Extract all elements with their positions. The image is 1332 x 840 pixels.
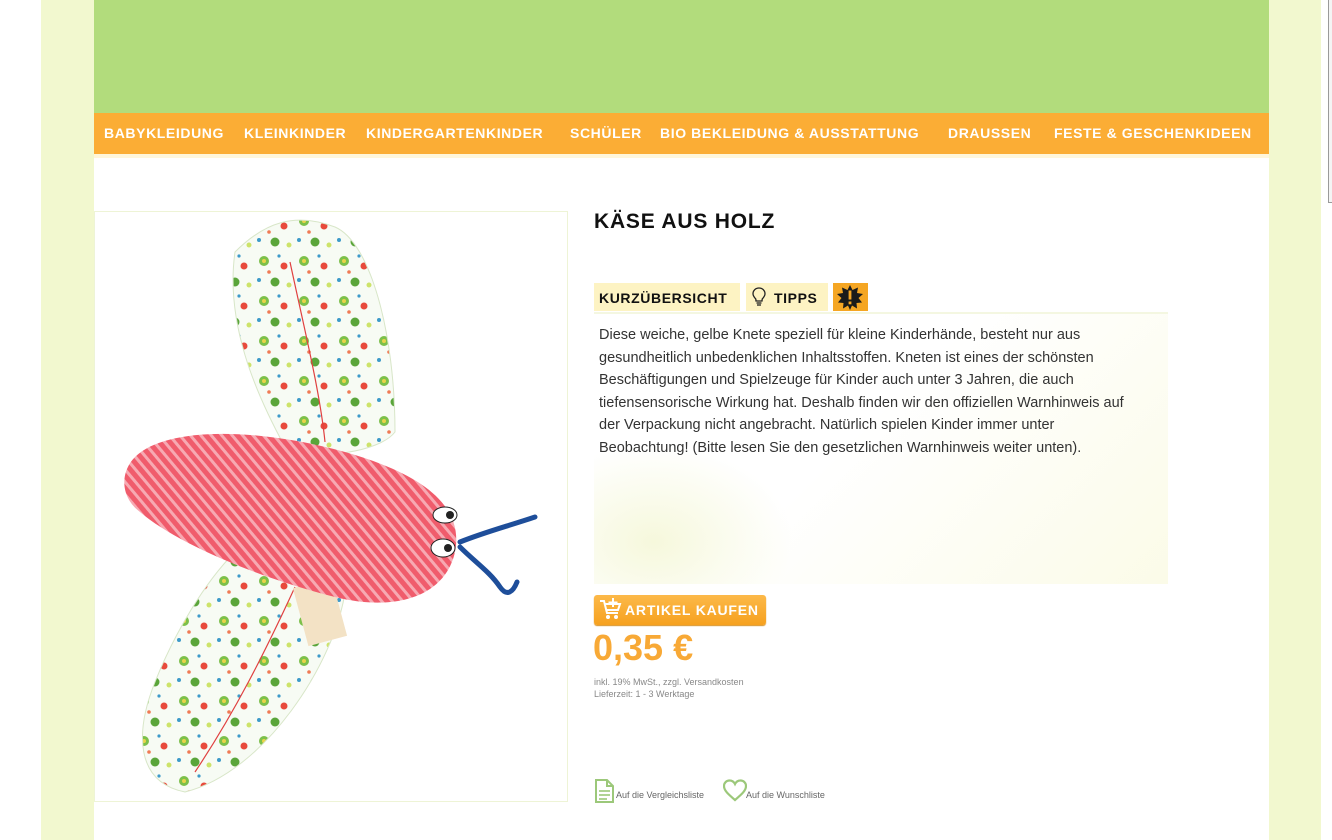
tab-kurzuebersicht-label: KURZÜBERSICHT bbox=[599, 290, 728, 306]
window-scrollbar-edge[interactable] bbox=[1328, 0, 1332, 203]
tax-note: inkl. 19% MwSt., zzgl. Versandkosten bbox=[594, 677, 744, 687]
compare-list-label: Auf die Vergleichsliste bbox=[616, 790, 705, 800]
fabric-butterfly-toy-image bbox=[124, 219, 538, 793]
buy-button-label: ARTIKEL KAUFEN bbox=[625, 602, 759, 618]
page-side-strip-left bbox=[41, 0, 94, 840]
product-title: KÄSE AUS HOLZ bbox=[594, 210, 776, 233]
lightbulb-icon bbox=[752, 287, 766, 310]
wishlist-link[interactable]: Auf die Wunschliste bbox=[722, 779, 838, 808]
header-banner bbox=[94, 0, 1269, 113]
nav-item-schueler[interactable]: SCHÜLER bbox=[570, 125, 642, 141]
product-description: Diese weiche, gelbe Knete speziell für k… bbox=[599, 327, 1124, 456]
tab-tipps-label: TIPPS bbox=[774, 290, 818, 306]
tab-warnhinweis[interactable] bbox=[833, 283, 868, 311]
nav-item-kindergartenkinder[interactable]: KINDERGARTENKINDER bbox=[366, 125, 543, 141]
product-price: 0,35 € bbox=[593, 627, 694, 668]
wishlist-label: Auf die Wunschliste bbox=[746, 790, 825, 800]
nav-item-feste-geschenkideen[interactable]: FESTE & GESCHENKIDEEN bbox=[1054, 125, 1252, 141]
nav-item-bio-bekleidung[interactable]: BIO BEKLEIDUNG & AUSSTATTUNG bbox=[660, 125, 919, 141]
product-image[interactable] bbox=[94, 211, 568, 802]
main-nav: BABYKLEIDUNG KLEINKINDER KINDERGARTENKIN… bbox=[94, 113, 1269, 155]
buy-button[interactable]: ARTIKEL KAUFEN bbox=[594, 595, 766, 625]
heart-icon bbox=[722, 779, 748, 808]
compare-list-link[interactable]: Auf die Vergleichsliste bbox=[594, 779, 719, 805]
page-margin-left bbox=[0, 0, 41, 840]
nav-item-draussen[interactable]: DRAUSSEN bbox=[948, 125, 1031, 141]
document-icon bbox=[594, 779, 614, 808]
delivery-time: Lieferzeit: 1 - 3 Werktage bbox=[594, 689, 695, 699]
cart-add-icon bbox=[599, 598, 623, 627]
tab-tipps[interactable]: TIPPS bbox=[746, 283, 828, 311]
nav-item-kleinkinder[interactable]: KLEINKINDER bbox=[244, 125, 346, 141]
nav-item-babykleidung[interactable]: BABYKLEIDUNG bbox=[104, 125, 224, 141]
warning-burst-icon bbox=[836, 284, 864, 313]
page-side-strip-right bbox=[1269, 0, 1321, 840]
tab-kurzuebersicht[interactable]: KURZÜBERSICHT bbox=[594, 283, 740, 311]
